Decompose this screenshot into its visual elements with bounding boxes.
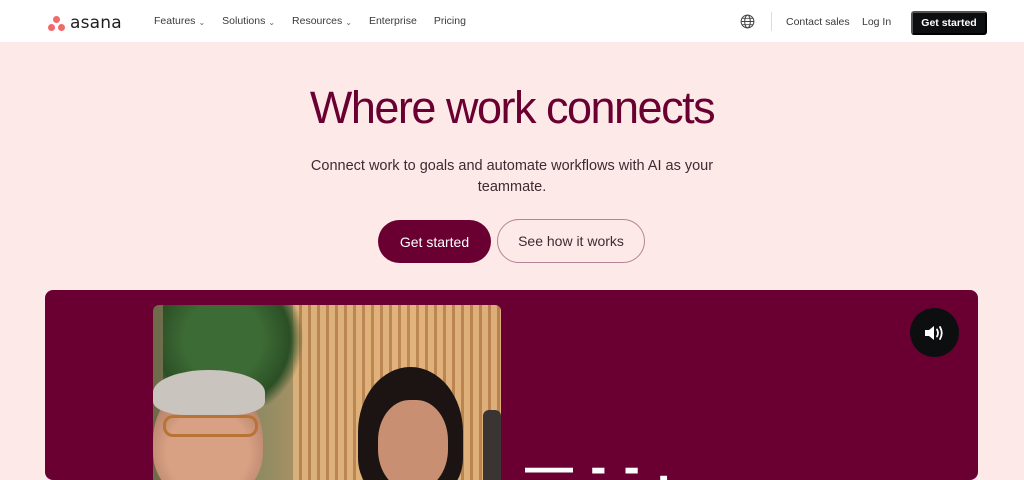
video-caption-fragment: — - - . [525, 441, 673, 480]
nav-solutions[interactable]: Solutions ⌄ [222, 15, 275, 27]
nav-resources[interactable]: Resources ⌄ [292, 15, 352, 27]
contact-sales-link[interactable]: Contact sales [786, 16, 850, 28]
hero-title: Where work connects [309, 82, 716, 133]
nav-pricing[interactable]: Pricing [434, 15, 466, 27]
primary-nav: Features ⌄ Solutions ⌄ Resources ⌄ Enter… [154, 0, 466, 42]
chevron-down-icon: ⌄ [198, 17, 206, 27]
nav-enterprise[interactable]: Enterprise [369, 15, 417, 27]
speaker-icon [924, 325, 943, 340]
man-hair [153, 370, 265, 415]
nav-solutions-label: Solutions [222, 15, 266, 27]
nav-features-label: Features [154, 15, 196, 27]
nav-enterprise-label: Enterprise [368, 15, 417, 27]
woman-face [378, 400, 448, 480]
chevron-down-icon: ⌄ [268, 17, 276, 27]
asana-logo-icon [48, 15, 65, 31]
hero-video-image [153, 305, 501, 480]
see-how-it-works-button[interactable]: See how it works [497, 219, 645, 263]
hero-get-started-button[interactable]: Get started [378, 220, 491, 263]
hero-video-panel[interactable]: — - - . [45, 290, 978, 480]
login-link[interactable]: Log In [862, 16, 891, 28]
glasses [163, 415, 258, 437]
top-nav: asana Features ⌄ Solutions ⌄ Resources ⌄… [0, 0, 1024, 42]
nav-features[interactable]: Features ⌄ [154, 15, 205, 27]
chevron-down-icon: ⌄ [345, 17, 352, 27]
sound-toggle-button[interactable] [910, 308, 959, 357]
nav-resources-label: Resources [292, 15, 343, 27]
globe-icon[interactable] [740, 14, 755, 29]
background-person [483, 410, 501, 480]
hero-subtitle: Connect work to goals and automate workf… [310, 158, 714, 195]
asana-logo[interactable]: asana [48, 13, 122, 33]
logo-text: asana [70, 13, 122, 33]
nav-divider [771, 12, 772, 31]
nav-pricing-label: Pricing [433, 15, 466, 27]
nav-get-started-button[interactable]: Get started [911, 11, 987, 35]
